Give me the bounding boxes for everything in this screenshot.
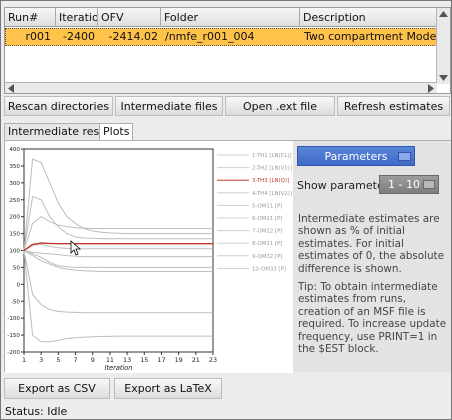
x-tick-label: 19 [175,356,183,364]
export-csv-button[interactable]: Export as CSV [4,378,110,399]
x-axis-label: Iteration [105,364,133,372]
legend-entry: 9-OM32 [P] [252,254,282,260]
export-latex-button[interactable]: Export as LaTeX [114,378,222,399]
chart-svg: 400350300250200150100500-50-100-150-2001… [7,147,292,372]
vertical-scrollbar[interactable] [436,8,450,84]
y-tick-label: 0 [16,282,20,288]
parameters-button-label: Parameters [324,150,388,163]
x-tick-label: 9 [91,356,95,364]
legend-entry: 5-OM11 [P] [252,203,282,209]
y-tick-label: 300 [9,181,20,187]
legend-entry: 2-TH2 [LN(V1)] [252,166,292,172]
action-toolbar: Rescan directories Intermediate files Op… [4,96,451,116]
column-header-iterations[interactable]: Iterations [56,8,98,27]
iteration-chart: 400 350 300 250 200 150 100 50 0 -50 -100 -150 -200 1… [5,141,293,373]
y-tick-label: -200 [7,350,20,356]
y-tick-label: 100 [9,249,20,255]
legend-entry: 8-OM31 [P] [252,241,282,247]
cell-run: r001 [25,30,51,43]
run-table[interactable]: Run# Iterations OFV Folder Description r… [4,7,451,94]
refresh-estimates-button[interactable]: Refresh estimates [337,96,450,116]
scroll-left-arrow-icon[interactable] [7,84,15,93]
cell-iterations: -2400 [63,30,95,43]
intermediate-files-button[interactable]: Intermediate files [115,96,223,116]
parameters-panel: Parameters Show parameters: 1 - 10 Inter… [293,141,451,372]
plot-area [23,148,214,353]
tab-plots[interactable]: Plots [99,123,134,140]
column-header-description[interactable]: Description [300,8,437,27]
status-bar: Status: Idle [5,405,68,418]
cell-ofv: -2414.02 [108,30,158,43]
legend-entry: 6-OM21 [P] [252,216,282,222]
chevron-down-icon [423,180,435,189]
y-tick-label: 50 [13,265,21,271]
scroll-down-arrow-icon[interactable] [439,74,448,82]
tip-note: Tip: To obtain intermediate estimates fr… [298,281,447,356]
table-header: Run# Iterations OFV Folder Description [5,8,437,27]
y-tick-label: 400 [9,147,20,153]
open-ext-file-button[interactable]: Open .ext file [225,96,335,116]
y-tick-label: -150 [7,333,20,339]
x-tick-label: 3 [39,356,43,364]
column-header-folder[interactable]: Folder [161,8,300,27]
app-window: Run# Iterations OFV Folder Description r… [0,0,452,420]
x-tick-label: 7 [74,356,78,364]
y-tick-label: 250 [9,198,20,204]
rescan-directories-button[interactable]: Rescan directories [4,96,113,116]
x-tick-label: 11 [106,356,114,364]
x-tick-label: 23 [209,356,217,364]
legend-entry: 1-TH1 [LN(CL)] [252,153,292,159]
column-header-run[interactable]: Run# [5,8,56,27]
table-row[interactable]: r001 -2400 -2414.02 /nmfe_r001_004 Two c… [5,28,437,46]
x-tick-label: 5 [56,356,60,364]
y-tick-label: 200 [9,215,20,221]
x-tick-label: 17 [157,356,165,364]
scroll-right-arrow-icon[interactable] [427,84,435,93]
y-tick-label: 350 [9,164,20,170]
parameters-button[interactable]: Parameters [297,146,415,166]
x-tick-label: 15 [140,356,148,364]
column-header-ofv[interactable]: OFV [98,8,161,27]
scroll-up-arrow-icon[interactable] [439,10,448,18]
y-tick-label: -50 [11,299,21,305]
legend-entry: 7-OM22 [P] [252,229,282,235]
x-tick-label: 21 [192,356,200,364]
chevron-down-icon [398,152,411,161]
plots-panel: 400 350 300 250 200 150 100 50 0 -50 -100 -150 -200 1… [4,140,451,373]
x-tick-label: 1 [22,356,26,364]
cell-folder: /nmfe_r001_004 [165,30,255,43]
show-parameters-select[interactable]: 1 - 10 [379,175,439,194]
legend-entry: 3-TH3 [LN(Q)] [252,178,289,184]
x-tick-label: 13 [123,356,131,364]
info-note: Intermediate estimates are shown as % of… [298,213,445,275]
cell-description: Two compartment Model. [304,30,436,43]
legend-entry: 10-OM33 [P] [252,266,286,272]
legend-entry: 4-TH4 [LN(V2)] [252,191,292,197]
y-tick-label: 150 [9,232,20,238]
y-tick-label: -100 [7,316,20,322]
horizontal-scrollbar[interactable] [5,82,437,93]
show-parameters-value: 1 - 10 [388,178,420,191]
